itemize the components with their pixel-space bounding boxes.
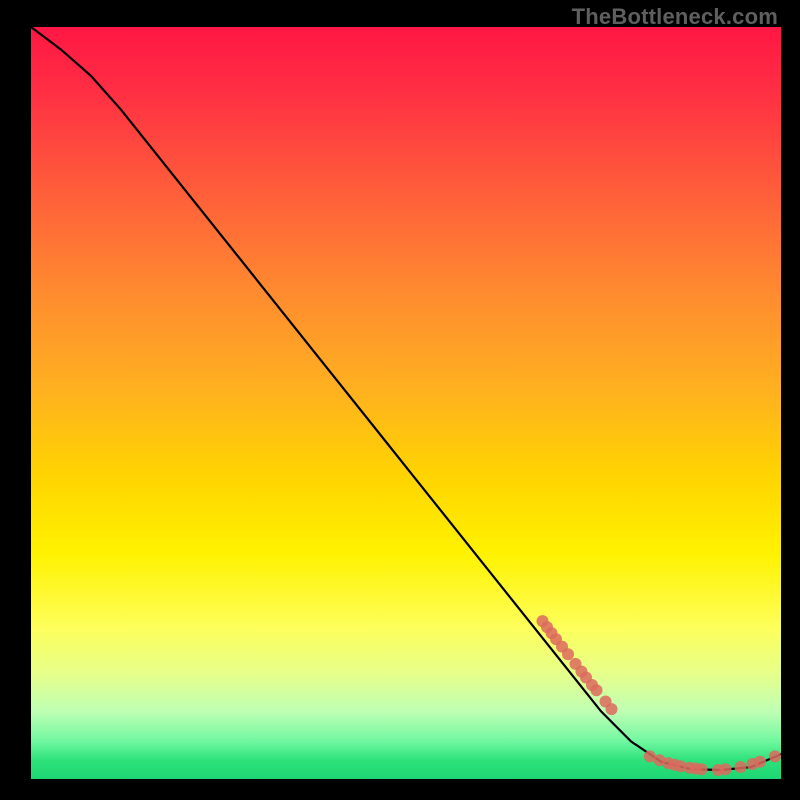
data-marker [769,750,781,762]
marker-layer [537,615,782,776]
chart-svg [31,27,781,779]
data-marker [546,627,558,639]
data-marker [675,760,687,772]
data-marker [541,621,553,633]
data-marker [712,764,724,776]
data-marker [696,763,708,775]
data-marker [591,684,603,696]
data-marker [580,672,592,684]
data-marker [537,615,549,627]
data-marker [550,633,562,645]
data-marker [720,763,732,775]
data-marker [644,750,656,762]
data-marker [586,679,598,691]
data-marker [754,756,766,768]
data-marker [690,763,702,775]
data-marker [684,762,696,774]
data-marker [556,641,568,653]
data-marker [663,757,675,769]
data-marker [600,696,612,708]
data-marker [669,759,681,771]
data-marker [570,658,582,670]
bottleneck-curve-path [31,27,781,770]
data-marker [735,761,747,773]
data-marker [562,648,574,660]
data-marker [654,754,666,766]
chart-container: TheBottleneck.com [0,0,800,800]
plot-area [31,27,781,779]
data-marker [606,703,618,715]
data-marker [747,758,759,770]
data-marker [576,666,588,678]
